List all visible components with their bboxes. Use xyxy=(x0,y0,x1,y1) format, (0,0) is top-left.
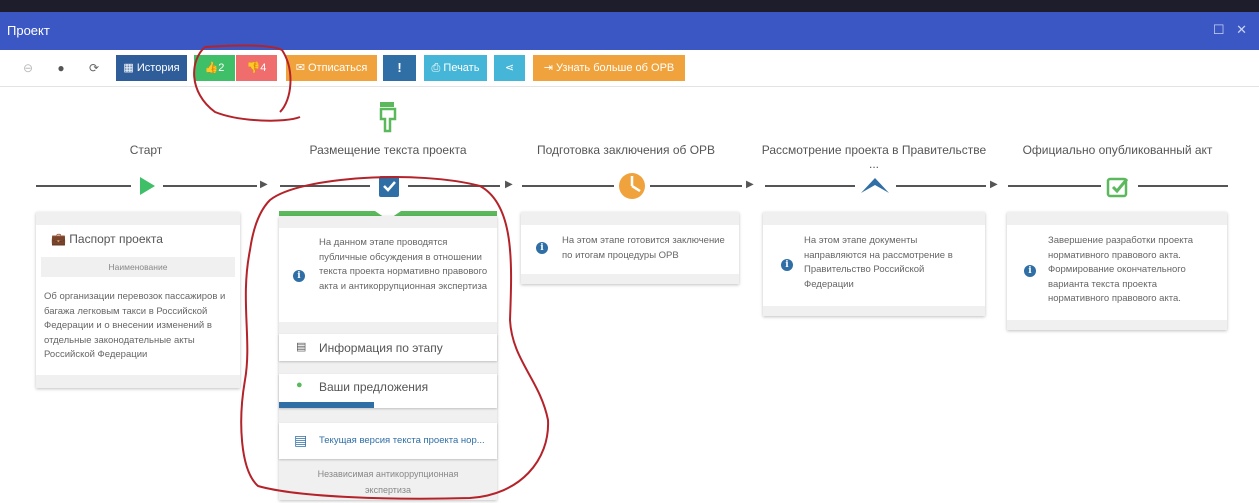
red-annotation-marks xyxy=(193,44,550,500)
